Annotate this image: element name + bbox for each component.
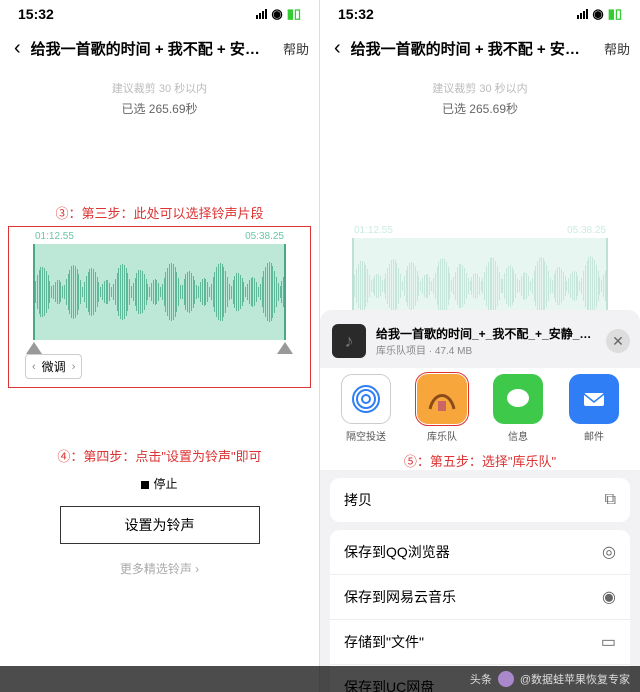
file-thumbnail-icon: ♪ xyxy=(332,324,366,358)
trim-knob-left[interactable] xyxy=(26,342,42,354)
signal-icon xyxy=(256,9,267,19)
trim-hint: 建议裁剪 30 秒以内 xyxy=(0,80,319,96)
more-ringtones-link[interactable]: 更多精选铃声 › xyxy=(0,560,319,577)
phone-screenshot-right: 15:32 ◉ ▮▯ ‹ 给我一首歌的时间 + 我不配 + 安… 帮助 建议裁剪… xyxy=(320,0,640,692)
stop-icon xyxy=(141,481,149,489)
page-title: 给我一首歌的时间 + 我不配 + 安… xyxy=(351,38,598,59)
avatar xyxy=(498,671,514,687)
trim-handle-left[interactable] xyxy=(33,244,35,340)
share-file-subtitle: 库乐队项目 · 47.4 MB xyxy=(376,342,596,357)
waveform[interactable] xyxy=(9,244,310,340)
page-title: 给我一首歌的时间 + 我不配 + 安… xyxy=(31,38,277,59)
status-time: 15:32 xyxy=(338,6,374,22)
share-header: ♪ 给我一首歌的时间_+_我不配_+_安静_+_… 库乐队项目 · 47.4 M… xyxy=(320,320,640,368)
battery-icon: ▮▯ xyxy=(287,6,301,22)
qq-icon: ◎ xyxy=(602,542,616,562)
status-bar: 15:32 ◉ ▮▯ xyxy=(320,0,640,28)
chevron-left-icon: ‹ xyxy=(32,361,36,373)
nav-bar: ‹ 给我一首歌的时间 + 我不配 + 安… 帮助 xyxy=(320,28,640,68)
waveform-editor[interactable]: 01:12.55 05:38.25 ‹ 微调 › xyxy=(8,226,311,388)
app-airdrop[interactable]: 隔空投送 xyxy=(334,374,398,443)
close-icon[interactable]: ✕ xyxy=(606,329,630,353)
netease-icon: ◉ xyxy=(602,587,616,607)
start-time: 01:12.55 xyxy=(35,231,74,242)
status-time: 15:32 xyxy=(18,6,54,22)
app-messages[interactable]: 信息 xyxy=(486,374,550,443)
files-icon: ▭ xyxy=(601,632,616,652)
footer-prefix: 头条 xyxy=(470,671,492,687)
mail-icon xyxy=(569,374,619,424)
battery-icon: ▮▯ xyxy=(608,6,622,22)
status-bar: 15:32 ◉ ▮▯ xyxy=(0,0,319,28)
nav-bar: ‹ 给我一首歌的时间 + 我不配 + 安… 帮助 xyxy=(0,28,319,68)
annotation-step4: ④：第四步：点击"设置为铃声"即可 xyxy=(0,446,319,465)
back-icon[interactable]: ‹ xyxy=(330,37,345,60)
action-list-copy: 拷贝 ⧉ xyxy=(330,478,630,522)
messages-icon xyxy=(493,374,543,424)
row-save-netease[interactable]: 保存到网易云音乐◉ xyxy=(330,575,630,620)
status-indicators: ◉ ▮▯ xyxy=(256,6,301,22)
trim-knob-right[interactable] xyxy=(277,342,293,354)
fine-tune-button[interactable]: ‹ 微调 › xyxy=(25,354,82,379)
chevron-right-icon: › xyxy=(72,361,76,373)
selected-duration: 已选 265.69秒 xyxy=(320,100,640,117)
wifi-icon: ◉ xyxy=(592,6,603,22)
help-link[interactable]: 帮助 xyxy=(604,39,630,58)
annotation-step3: ③：第三步：此处可以选择铃声片段 xyxy=(0,203,319,222)
fine-tune-label: 微调 xyxy=(42,358,66,375)
copy-icon: ⧉ xyxy=(605,491,616,509)
row-save-qq[interactable]: 保存到QQ浏览器◎ xyxy=(330,530,630,575)
selected-duration: 已选 265.69秒 xyxy=(0,100,319,117)
waveform-selection xyxy=(33,244,286,340)
back-icon[interactable]: ‹ xyxy=(10,37,25,60)
share-sheet: ♪ 给我一首歌的时间_+_我不配_+_安静_+_… 库乐队项目 · 47.4 M… xyxy=(320,310,640,692)
trim-handle-right[interactable] xyxy=(284,244,286,340)
signal-icon xyxy=(577,9,588,19)
time-labels: 01:12.55 05:38.25 xyxy=(9,231,310,244)
help-link[interactable]: 帮助 xyxy=(283,39,309,58)
end-time: 05:38.25 xyxy=(245,231,284,242)
annotation-step5: ⑤：第五步：选择"库乐队" xyxy=(320,447,640,470)
footer-author: @数据蛙苹果恢复专家 xyxy=(520,671,630,687)
watermark-footer: 头条 @数据蛙苹果恢复专家 xyxy=(0,666,640,692)
share-apps-row: 隔空投送 库乐队 信息 邮件 xyxy=(320,368,640,447)
trim-hint: 建议裁剪 30 秒以内 xyxy=(320,80,640,96)
garageband-icon xyxy=(417,374,467,424)
share-file-title: 给我一首歌的时间_+_我不配_+_安静_+_… xyxy=(376,325,596,342)
app-mail[interactable]: 邮件 xyxy=(562,374,626,443)
wifi-icon: ◉ xyxy=(271,6,282,22)
stop-button[interactable]: 停止 xyxy=(0,475,319,492)
app-garageband[interactable]: 库乐队 xyxy=(410,374,474,443)
airdrop-icon xyxy=(341,374,391,424)
set-ringtone-button[interactable]: 设置为铃声 xyxy=(60,506,260,544)
phone-screenshot-left: 15:32 ◉ ▮▯ ‹ 给我一首歌的时间 + 我不配 + 安… 帮助 建议裁剪… xyxy=(0,0,320,692)
status-indicators: ◉ ▮▯ xyxy=(577,6,622,22)
row-copy[interactable]: 拷贝 ⧉ xyxy=(330,478,630,522)
row-save-files[interactable]: 存储到"文件"▭ xyxy=(330,620,630,665)
waveform-bars xyxy=(33,244,286,340)
